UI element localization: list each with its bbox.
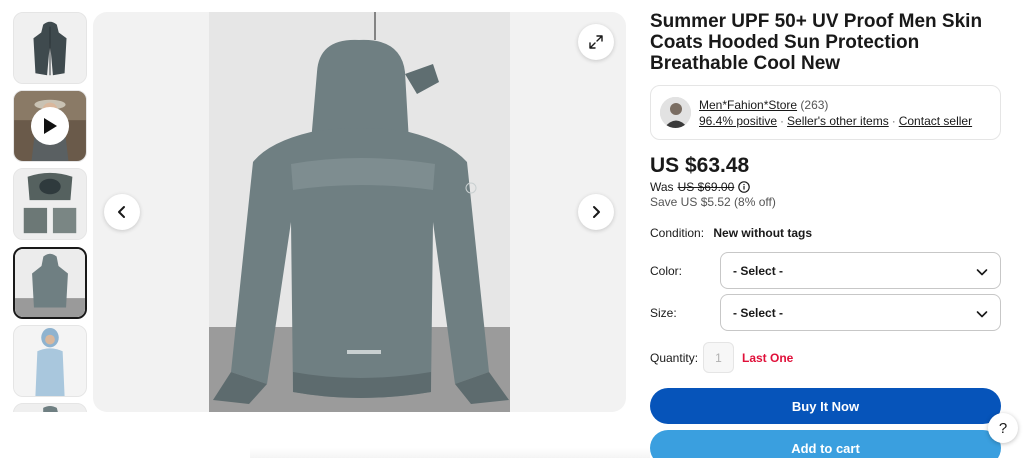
quantity-label: Quantity: [650, 351, 699, 365]
page-shadow [250, 448, 650, 458]
info-icon[interactable] [738, 181, 751, 193]
seller-name-link[interactable]: Men*Fahion*Store [699, 98, 797, 112]
expand-icon [589, 35, 603, 49]
seller-name-row: Men*Fahion*Store (263) [699, 98, 828, 112]
was-label: Was [650, 180, 674, 194]
seller-positive-link[interactable]: 96.4% positive [699, 114, 777, 128]
avatar-image-icon [660, 97, 691, 128]
chevron-down-icon [976, 269, 988, 276]
savings-text: Save US $5.52 (8% off) [650, 195, 776, 209]
size-select[interactable]: - Select - [720, 294, 1001, 331]
item-title: Summer UPF 50+ UV Proof Men Skin Coats H… [650, 11, 983, 74]
size-select-value: - Select - [733, 306, 784, 320]
quantity-input[interactable] [703, 342, 734, 373]
seller-card: Men*Fahion*Store (263) 96.4% positive · Se… [650, 85, 1001, 140]
thumbnail-strip [13, 12, 87, 412]
hood-detail-icon [14, 169, 86, 239]
seller-other-items-link[interactable]: Seller's other items [787, 114, 889, 128]
next-image-button[interactable] [578, 194, 614, 230]
chevron-left-icon [118, 206, 125, 218]
separator-dot: · [891, 114, 896, 128]
thumbnail-model[interactable] [13, 325, 87, 397]
expand-image-button[interactable] [578, 24, 614, 60]
play-button[interactable] [31, 107, 69, 145]
condition-row: Condition: New without tags [650, 226, 812, 240]
seller-avatar[interactable] [660, 97, 691, 128]
contact-seller-link[interactable]: Contact seller [899, 114, 972, 128]
thumbnail-partial[interactable] [13, 403, 87, 412]
was-price-row: Was US $69.00 [650, 180, 751, 194]
condition-value: New without tags [713, 226, 813, 240]
thumbnail-jacket-front[interactable] [13, 12, 87, 84]
color-select-value: - Select - [733, 264, 784, 278]
color-select[interactable]: - Select - [720, 252, 1001, 289]
jacket-back-photo [209, 12, 510, 412]
thumbnail-video[interactable] [13, 90, 87, 162]
seller-feedback-count: (263) [800, 98, 829, 112]
thumbnail-hood-detail[interactable] [13, 168, 87, 240]
jacket-back-icon [15, 249, 85, 317]
seller-links-row: 96.4% positive · Seller's other items · Cont… [699, 114, 972, 128]
previous-image-button[interactable] [104, 194, 140, 230]
play-icon [44, 118, 57, 134]
color-label: Color: [650, 264, 683, 278]
add-to-cart-button[interactable]: Add to cart [650, 430, 1001, 458]
chevron-right-icon [593, 206, 600, 218]
main-image-viewer[interactable] [93, 12, 626, 412]
item-price: US $63.48 [650, 154, 750, 177]
buy-it-now-button[interactable]: Buy It Now [650, 388, 1001, 424]
condition-label: Condition: [650, 226, 705, 240]
thumbnail-jacket-back[interactable] [13, 247, 87, 319]
stock-note: Last One [742, 351, 794, 365]
model-photo-icon [14, 326, 86, 396]
chevron-down-icon [976, 311, 988, 318]
separator-dot: · [780, 114, 785, 128]
size-label: Size: [650, 306, 677, 320]
jacket-front-icon [14, 13, 86, 83]
help-button[interactable]: ? [988, 413, 1018, 443]
jacket-partial-icon [14, 404, 86, 412]
was-price: US $69.00 [677, 180, 735, 194]
